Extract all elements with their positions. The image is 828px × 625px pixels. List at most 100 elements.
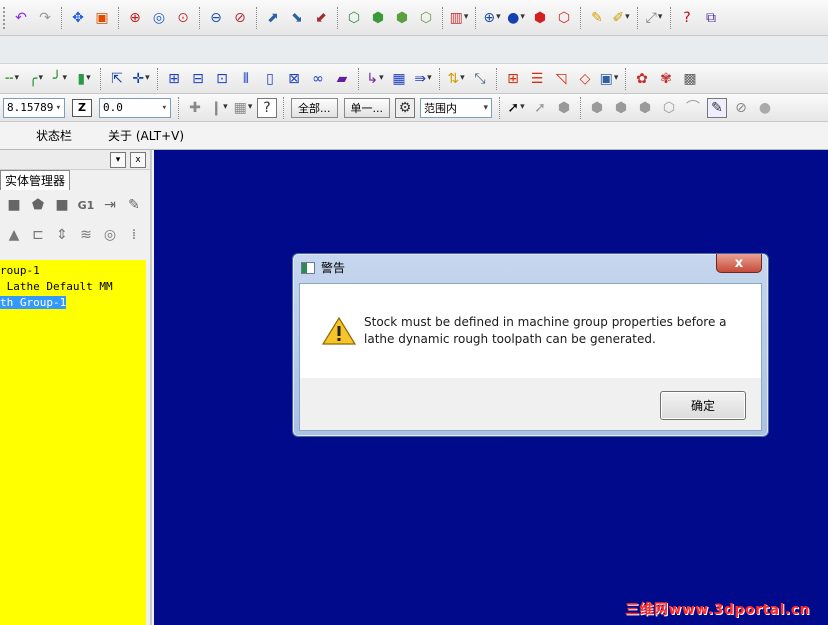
array-icon[interactable]: ▦	[389, 69, 409, 89]
cplane-icon[interactable]: ⬊	[287, 8, 307, 28]
select-dirty-ops-icon[interactable]: ⬟	[28, 195, 48, 215]
list-icon[interactable]: ☰	[527, 69, 547, 89]
close-button[interactable]: x	[716, 254, 762, 273]
pointer-icon[interactable]: ➚	[506, 98, 526, 118]
box-icon[interactable]: ▣	[599, 69, 619, 89]
g1-icon[interactable]: G1	[76, 195, 96, 215]
expand-icon[interactable]: ⇕	[52, 225, 72, 245]
break-icon[interactable]: ⊟	[188, 69, 208, 89]
cube-sel-icon[interactable]: ⬡	[659, 98, 679, 118]
pencil-icon[interactable]: ✎	[587, 8, 607, 28]
no-icon[interactable]: ⊘	[731, 98, 751, 118]
select-single-button[interactable]: 单一...	[343, 97, 390, 118]
solid-sel-icon[interactable]: ⬢	[554, 98, 574, 118]
mask-icon[interactable]: ✎	[707, 97, 727, 118]
chevron-down-icon[interactable]: ▾	[162, 103, 167, 113]
gray-hex-1-icon[interactable]: ⬢	[587, 98, 607, 118]
brush-icon[interactable]: ✾	[656, 69, 676, 89]
panel-close-button[interactable]: x	[130, 151, 146, 168]
rotate-icon[interactable]: ▯	[260, 69, 280, 89]
tag-icon[interactable]: ◇	[575, 69, 595, 89]
fit-icon[interactable]: ▣	[92, 8, 112, 28]
plugin-icon[interactable]: ⧉	[701, 8, 721, 28]
select-all-ops-icon[interactable]: ■	[4, 195, 24, 215]
line-icon[interactable]: ╌	[2, 69, 22, 89]
post-icon[interactable]: ⇥	[100, 195, 120, 215]
translate-icon[interactable]: ▰	[332, 69, 352, 89]
paint-icon[interactable]: ✿	[632, 69, 652, 89]
range-select[interactable]: 范围内 ▾	[420, 97, 492, 118]
z-value-field[interactable]: 0.0 ▾	[99, 97, 171, 118]
attribute-icon[interactable]: ▦	[233, 98, 253, 118]
page-icon[interactable]: ◹	[551, 69, 571, 89]
panel-dropdown-button[interactable]: ▾	[110, 151, 126, 168]
chamfer-icon[interactable]: ╯	[50, 69, 70, 89]
circle-icon[interactable]: ●	[755, 98, 775, 118]
join-icon[interactable]: ⊡	[212, 69, 232, 89]
offset-icon[interactable]: ∞	[308, 69, 328, 89]
shaded-cube-icon[interactable]: ⬢	[368, 8, 388, 28]
more-icon[interactable]: ⁞	[124, 225, 144, 245]
menu-item-status-bar[interactable]: 状态栏	[0, 127, 90, 144]
arch-icon[interactable]: ⌒	[683, 98, 703, 118]
menu-item-about[interactable]: 关于 (ALT+V)	[90, 127, 202, 144]
regen-icon[interactable]: ■	[52, 195, 72, 215]
zoom-in-icon[interactable]: ⊙	[173, 8, 193, 28]
coord-value-field[interactable]: 8.15789 ▾	[3, 97, 65, 118]
scale-icon[interactable]: ⊠	[284, 69, 304, 89]
help-icon[interactable]: ?	[677, 8, 697, 28]
grid-icon[interactable]: ▩	[680, 69, 700, 89]
arrow-icon[interactable]: ⇱	[107, 69, 127, 89]
solid-outline-icon[interactable]: ⬡	[554, 8, 574, 28]
light-icon[interactable]: ⇅	[446, 69, 466, 89]
cylinder-icon[interactable]: ▮	[74, 69, 94, 89]
analyze-icon[interactable]: ✐	[611, 8, 631, 28]
tree-item-machine-group[interactable]: roup-1	[0, 263, 146, 279]
zoom-out-icon[interactable]: ⊖	[206, 8, 226, 28]
wire-cube-icon[interactable]: ⬡	[344, 8, 364, 28]
mirror-icon[interactable]: ⫴	[236, 69, 256, 89]
dialog-titlebar[interactable]: 警告	[301, 259, 345, 276]
zoom-target-icon[interactable]: ◎	[149, 8, 169, 28]
undo-icon[interactable]: ↶	[11, 8, 31, 28]
sphere-icon[interactable]: ●	[506, 8, 526, 28]
select-chain-icon[interactable]: ➚	[530, 98, 550, 118]
toggle-icon[interactable]: ✎	[124, 195, 144, 215]
gray-hex-2-icon[interactable]: ⬢	[611, 98, 631, 118]
toolbar-grip[interactable]	[3, 6, 6, 29]
toolpath-display-icon[interactable]: ≋	[76, 225, 96, 245]
zoom-window-icon[interactable]: ⊕	[125, 8, 145, 28]
dimension-icon[interactable]: ⤢	[644, 8, 664, 28]
chevron-down-icon[interactable]: ▾	[56, 103, 61, 113]
select-mask-icon[interactable]: ⚙	[395, 97, 415, 118]
pan-icon[interactable]: ✥	[68, 8, 88, 28]
table-icon[interactable]: ⊞	[503, 69, 523, 89]
solid-cube-icon[interactable]: ⬢	[392, 8, 412, 28]
lock-icon[interactable]: ⊏	[28, 225, 48, 245]
point-icon[interactable]: ✛	[131, 69, 151, 89]
globe-icon[interactable]: ⊕	[482, 8, 502, 28]
gray-hex-3-icon[interactable]: ⬢	[635, 98, 655, 118]
ruler-icon[interactable]: ⤡	[470, 69, 490, 89]
drag-icon[interactable]: ⇛	[413, 69, 433, 89]
select-all-button[interactable]: 全部...	[291, 97, 338, 118]
redo-icon[interactable]: ↷	[35, 8, 55, 28]
tplane-icon[interactable]: ⬋	[311, 8, 331, 28]
iso-cube-icon[interactable]: ⬡	[416, 8, 436, 28]
zoom-prev-icon[interactable]: ⊘	[230, 8, 250, 28]
backplot-icon[interactable]: ◎	[100, 225, 120, 245]
xform-icon[interactable]: ↳	[365, 69, 385, 89]
move-up-icon[interactable]: ▲	[4, 225, 24, 245]
help-box-icon[interactable]: ?	[257, 97, 277, 118]
tab-solids-manager[interactable]: 实体管理器	[0, 170, 71, 190]
trim-icon[interactable]: ⊞	[164, 69, 184, 89]
gview-icon[interactable]: ⬈	[263, 8, 283, 28]
solid-red-icon[interactable]: ⬢	[530, 8, 550, 28]
tree-item-lathe-default[interactable]: Lathe Default MM	[0, 279, 146, 295]
tree-item-toolpath-group[interactable]: th Group-1	[0, 295, 146, 311]
level-icon[interactable]: ✚	[185, 98, 205, 118]
fillet-icon[interactable]: ╭	[26, 69, 46, 89]
ok-button[interactable]: 确定	[660, 391, 746, 420]
view-box-icon[interactable]: ▥	[449, 8, 469, 28]
pin-icon[interactable]: ❙	[209, 98, 229, 118]
